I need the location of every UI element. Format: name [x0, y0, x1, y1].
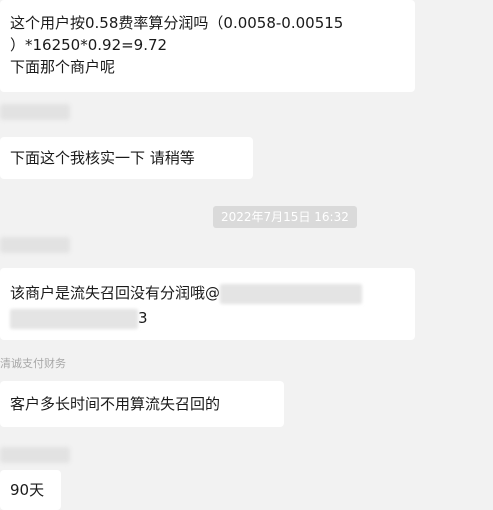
message-bubble-2[interactable]: 下面这个我核实一下 请稍等	[0, 137, 253, 179]
message-bubble-5[interactable]: 90天	[0, 470, 61, 510]
sender-name: 清诚支付财务	[0, 357, 66, 370]
message-5-text: 90天	[10, 481, 45, 499]
blurred-sender-2	[0, 237, 70, 253]
message-3-line-1: 该商户是流失召回没有分润哦@	[10, 282, 405, 304]
message-2-text: 下面这个我核实一下 请稍等	[10, 149, 195, 167]
message-1-line-1: 这个用户按0.58费率算分润吗（0.0058-0.00515	[10, 14, 344, 32]
message-3-suffix: 3	[138, 309, 148, 327]
message-3-text: 该商户是流失召回没有分润哦@	[10, 284, 221, 302]
redacted-text	[10, 308, 138, 329]
timestamp: 2022年7月15日 16:32	[213, 206, 357, 228]
redacted-mention	[220, 283, 363, 304]
message-4-text: 客户多长时间不用算流失召回的	[10, 395, 221, 413]
blurred-sender-1	[0, 104, 70, 120]
message-bubble-1[interactable]: 这个用户按0.58费率算分润吗（0.0058-0.00515 ）*16250*0…	[0, 0, 415, 92]
blurred-sender-3	[0, 447, 70, 463]
message-1-line-2: ）*16250*0.92=9.72	[10, 36, 168, 54]
message-3-line-2: 3	[10, 307, 405, 329]
message-bubble-3[interactable]: 该商户是流失召回没有分润哦@ 3	[0, 268, 415, 340]
message-1-line-3: 下面那个商户呢	[10, 58, 116, 76]
message-bubble-4[interactable]: 客户多长时间不用算流失召回的	[0, 381, 284, 427]
